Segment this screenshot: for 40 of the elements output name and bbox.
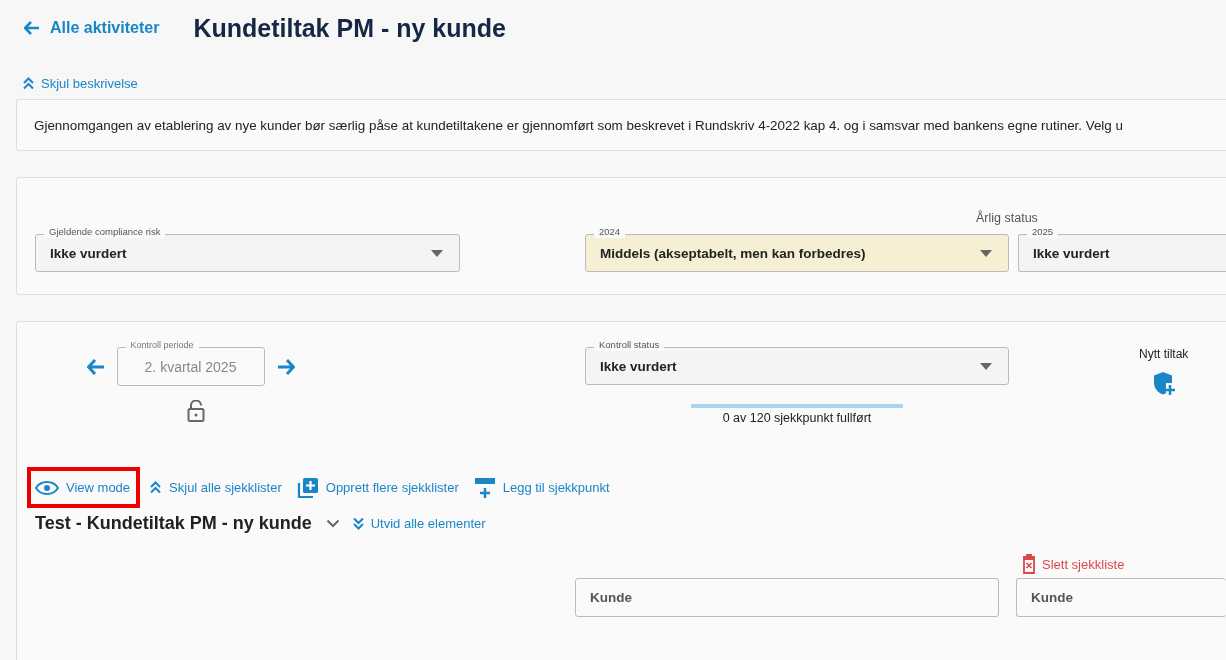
checklist-title: Test - Kundetiltak PM - ny kunde — [35, 513, 312, 534]
double-chevron-icon — [351, 517, 365, 530]
customer-input-field[interactable]: Kunde — [1016, 578, 1226, 617]
toolbar-link[interactable]: Skjul alle sjekklister — [149, 472, 288, 503]
new-action-label: Nytt tiltak — [1139, 347, 1189, 361]
expand-all-link[interactable]: Utvid alle elementer — [351, 516, 486, 531]
add-copy-icon — [296, 476, 319, 499]
back-link[interactable]: Alle aktiviteter — [24, 19, 160, 37]
control-status-select[interactable]: Ikke vurdert — [585, 347, 1009, 385]
description-text: Gjennomgangen av etablering av nye kunder bør særlig påse at kundetiltakene er gjennomført som beskrevet i Rundskriv 4-2022 kap 4. og i samsvar med bankens egne rutiner. Velg u — [34, 117, 1123, 133]
toolbar-link[interactable]: View mode — [27, 467, 141, 508]
eye-icon — [35, 480, 59, 495]
field-label: 2025 — [1027, 226, 1059, 238]
double-chevron-icon — [149, 481, 163, 494]
next-arrow-icon[interactable] — [276, 358, 295, 375]
caret-icon — [980, 363, 992, 370]
delete-checklist-link[interactable]: Slett sjekkliste — [1022, 554, 1125, 574]
hide-description-link[interactable]: Skjul beskrivelse — [22, 76, 138, 91]
toolbar-link[interactable]: Opprett flere sjekklister — [296, 472, 465, 503]
previous-arrow-icon[interactable] — [86, 358, 105, 375]
chevron-down-icon[interactable] — [325, 519, 340, 528]
back-arrow-icon — [24, 21, 40, 35]
progress-text: 0 av 120 sjekkpunkt fullført — [722, 411, 872, 425]
trash-icon — [1022, 554, 1036, 574]
field-label: Gjeldende compliance risk — [44, 226, 166, 238]
add-row-icon — [473, 476, 496, 499]
annual-status-heading: Årlig status — [976, 211, 1038, 225]
annual-status-select[interactable]: Middels (akseptabelt, men kan forbedres) — [585, 234, 1009, 272]
double-chevron-icon — [22, 77, 35, 90]
field-label: 2024 — [594, 226, 626, 238]
toolbar-link[interactable]: Legg til sjekkpunkt — [473, 472, 616, 503]
field-label: Kontroll status — [594, 339, 665, 351]
field-label: Kontroll periode — [125, 339, 199, 351]
page-title: Kundetiltak PM - ny kunde — [193, 13, 506, 43]
shield-plus-icon[interactable] — [1152, 371, 1175, 397]
annual-status-select[interactable]: Ikke vurdert — [1018, 234, 1226, 272]
unlocked-padlock-icon[interactable] — [187, 400, 205, 422]
caret-icon — [980, 250, 992, 257]
customer-input-field[interactable]: Kunde — [575, 578, 999, 617]
caret-icon — [431, 250, 443, 257]
